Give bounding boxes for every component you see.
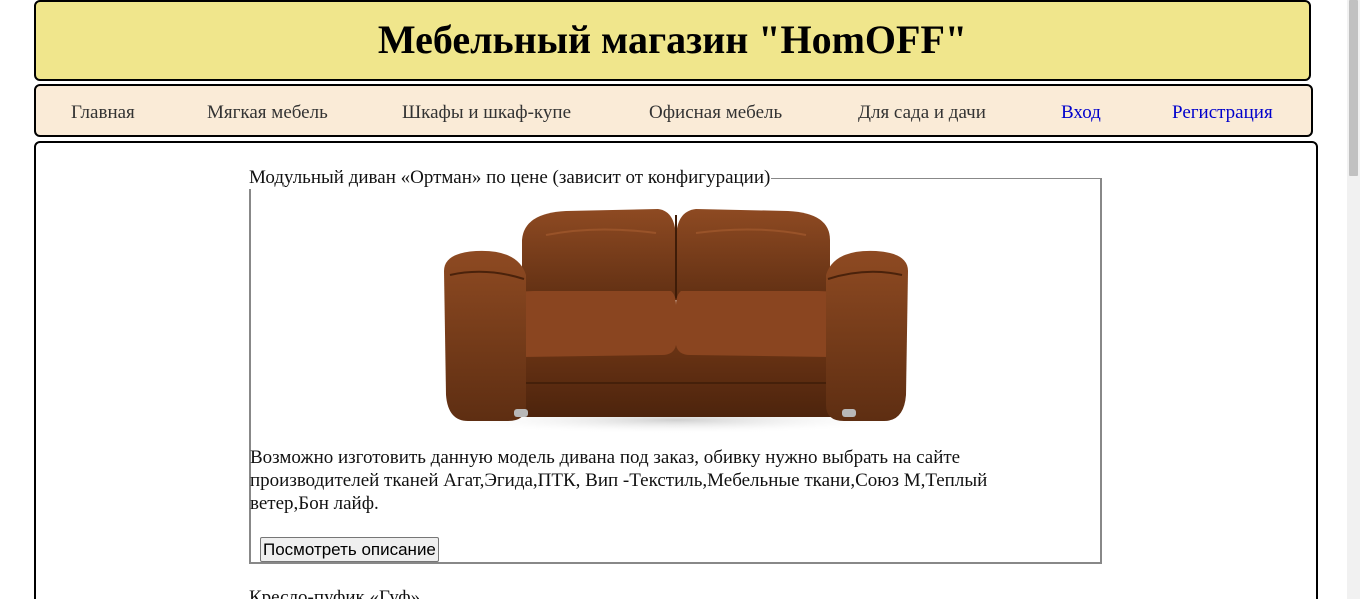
sofa-image bbox=[426, 195, 926, 444]
nav-item-home[interactable]: Главная bbox=[71, 102, 135, 124]
nav-item-register[interactable]: Регистрация bbox=[1172, 102, 1273, 124]
scrollbar-thumb[interactable] bbox=[1349, 0, 1358, 176]
site-title: Мебельный магазин "HomOFF" bbox=[377, 17, 968, 62]
nav-item-wardrobes[interactable]: Шкафы и шкаф-купе bbox=[402, 102, 571, 124]
nav-item-soft-furniture[interactable]: Мягкая мебель bbox=[207, 102, 328, 124]
nav-item-garden[interactable]: Для сада и дачи bbox=[858, 102, 986, 124]
page-scrollbar[interactable] bbox=[1347, 0, 1360, 599]
sofa-icon bbox=[426, 195, 926, 444]
page: Мебельный магазин "HomOFF" Главная Мягка… bbox=[0, 0, 1360, 599]
view-description-button[interactable]: Посмотреть описание bbox=[260, 537, 439, 562]
nav-item-login[interactable]: Вход bbox=[1061, 102, 1101, 124]
next-product-title: Кресло-пуфик «Гуф» bbox=[249, 587, 421, 599]
nav-item-office-furniture[interactable]: Офисная мебель bbox=[649, 102, 782, 124]
product-title: Модульный диван «Ортман» по цене (зависи… bbox=[249, 167, 772, 189]
product-description: Возможно изготовить данную модель дивана… bbox=[250, 447, 988, 514]
site-header: Мебельный магазин "HomOFF" bbox=[34, 0, 1311, 81]
main-nav: Главная Мягкая мебель Шкафы и шкаф-купе … bbox=[34, 84, 1313, 137]
